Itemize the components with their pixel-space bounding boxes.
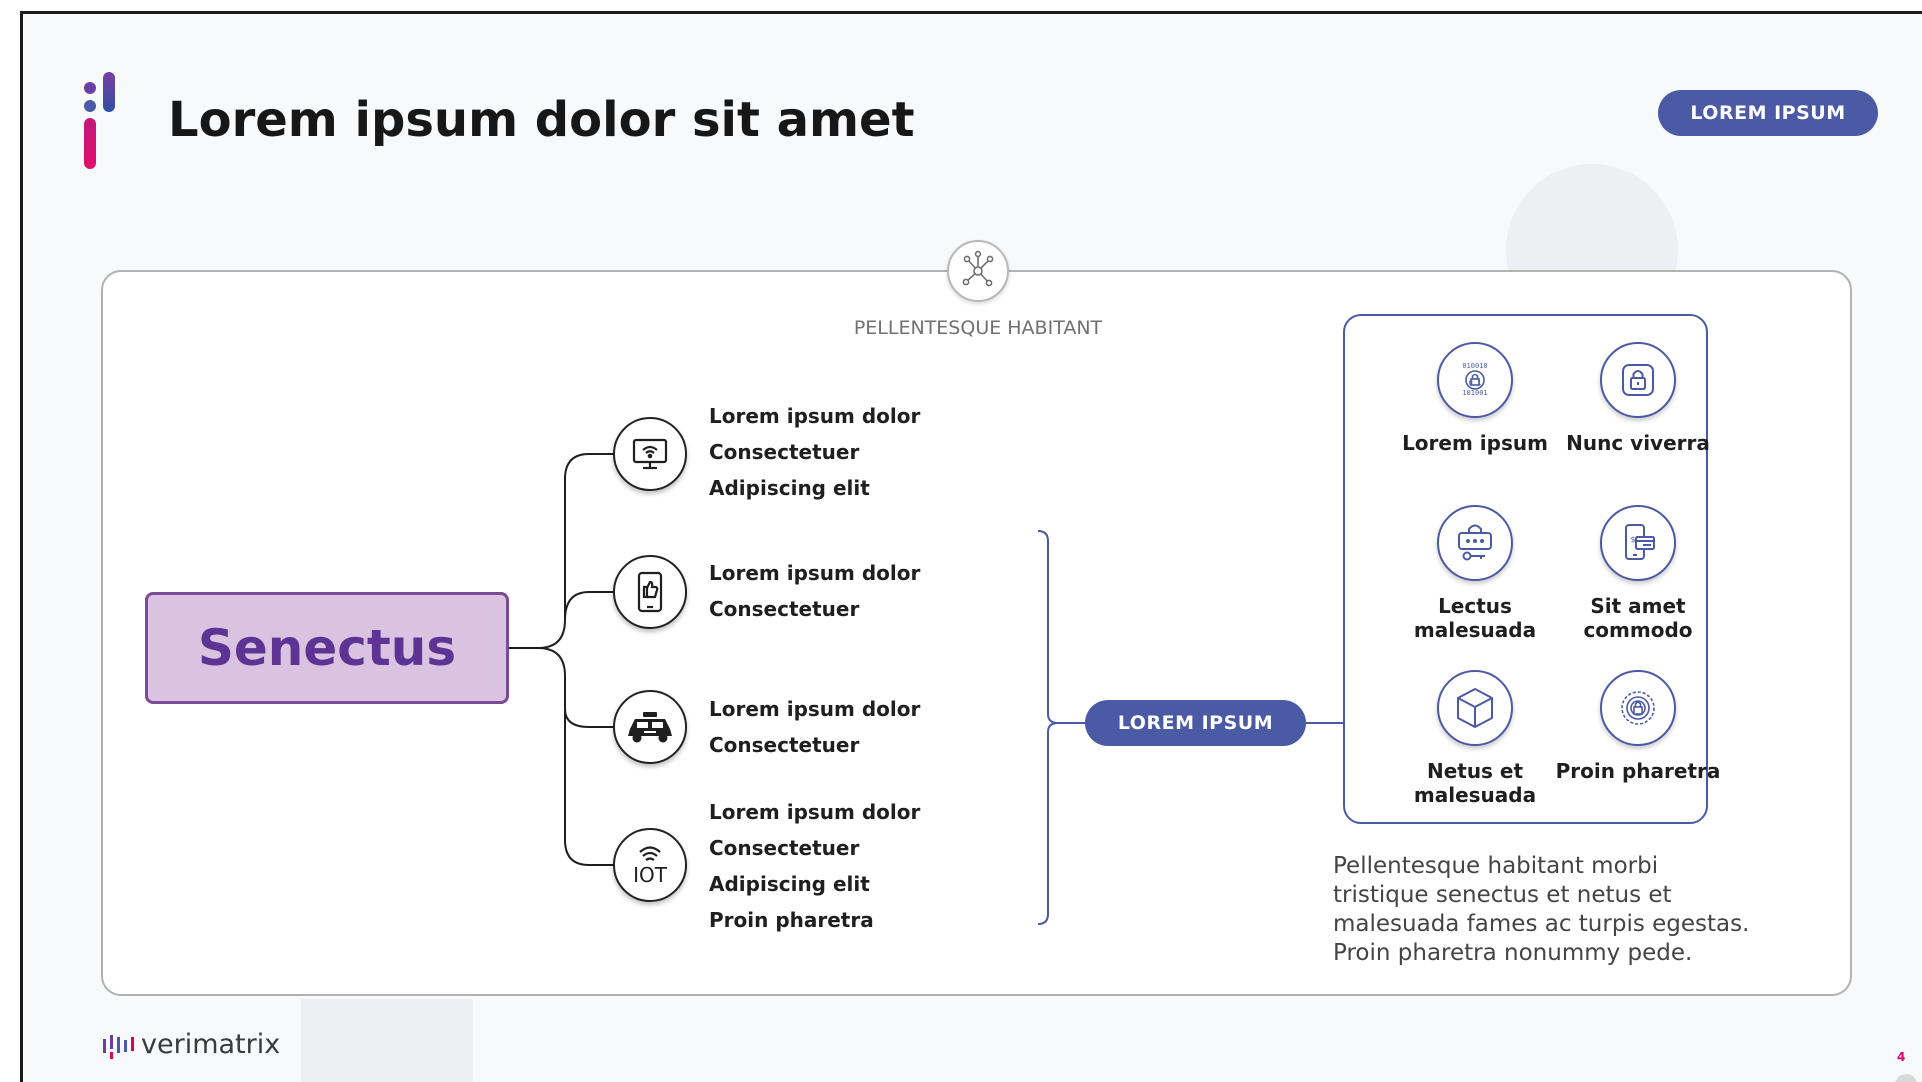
iot-icon: IOT [613, 828, 687, 902]
password-key-icon [1437, 505, 1513, 581]
feature-label: Lectus malesuada [1413, 594, 1537, 642]
binary-lock-icon: 010010 0 1 101001 [1437, 342, 1513, 418]
branch-text-1: Lorem ipsum dolor Consectetuer Adipiscin… [709, 398, 920, 506]
root-node-senectus: Senectus [145, 592, 509, 704]
verimatrix-logo-icon [103, 1035, 134, 1059]
svg-text:IOT: IOT [633, 863, 668, 887]
fingerprint-lock-icon [1600, 670, 1676, 746]
phone-thumbs-up-icon [613, 555, 687, 629]
middle-lorem-ipsum-button[interactable]: LOREM IPSUM [1085, 700, 1306, 746]
branch-line: Lorem ipsum dolor [709, 404, 921, 428]
svg-text:101001: 101001 [1462, 389, 1487, 397]
feature-lectus-malesuada: Lectus malesuada [1390, 505, 1560, 642]
branch-text-3: Lorem ipsum dolor Consectetuer [709, 691, 920, 763]
branch-line: Adipiscing elit [709, 476, 870, 500]
feature-label: Sit amet commodo [1583, 594, 1693, 642]
feature-label: Nunc viverra [1566, 431, 1710, 455]
slide: Lorem ipsum dolor sit amet LOREM IPSUM P… [20, 11, 1922, 1082]
car-icon [613, 690, 687, 764]
branch-text-4: Lorem ipsum dolor Consectetuer Adipiscin… [709, 794, 920, 938]
feature-lorem-ipsum: 010010 0 1 101001 Lorem ipsum [1390, 342, 1560, 455]
cube-icon [1437, 670, 1513, 746]
feature-sit-amet-commodo: $ Sit amet commodo [1553, 505, 1723, 642]
branch-line: Consectetuer [709, 597, 860, 621]
branch-text-2: Lorem ipsum dolor Consectetuer [709, 555, 920, 627]
feature-label: Lorem ipsum [1402, 431, 1548, 455]
branch-line: Adipiscing elit [709, 872, 870, 896]
page-number: 4 [1897, 1050, 1906, 1064]
feature-nunc-viverra: Nunc viverra [1553, 342, 1723, 455]
hub-label: PELLENTESQUE HABITANT [853, 317, 1103, 339]
feature-label: Proin pharetra [1555, 759, 1721, 783]
wifi-display-icon [613, 417, 687, 491]
mobile-payment-icon: $ [1600, 505, 1676, 581]
padlock-icon [1600, 342, 1676, 418]
description-text: Pellentesque habitant morbi tristique se… [1333, 853, 1750, 966]
feature-netus-et-malesuada: Netus et malesuada [1390, 670, 1560, 807]
branch-line: Lorem ipsum dolor [709, 697, 921, 721]
branch-line: Lorem ipsum dolor [709, 800, 921, 824]
branch-line: Consectetuer [709, 836, 860, 860]
svg-text:$: $ [1630, 535, 1635, 544]
svg-text:010010: 010010 [1462, 362, 1487, 370]
feature-proin-pharetra: Proin pharetra [1553, 670, 1723, 783]
branch-line: Lorem ipsum dolor [709, 561, 921, 585]
branch-line: Consectetuer [709, 440, 860, 464]
network-hub-icon [947, 240, 1009, 302]
branch-line: Consectetuer [709, 733, 860, 757]
feature-label: Netus et malesuada [1413, 759, 1537, 807]
branch-line: Proin pharetra [709, 908, 874, 932]
footer-brand: verimatrix [141, 1029, 281, 1060]
